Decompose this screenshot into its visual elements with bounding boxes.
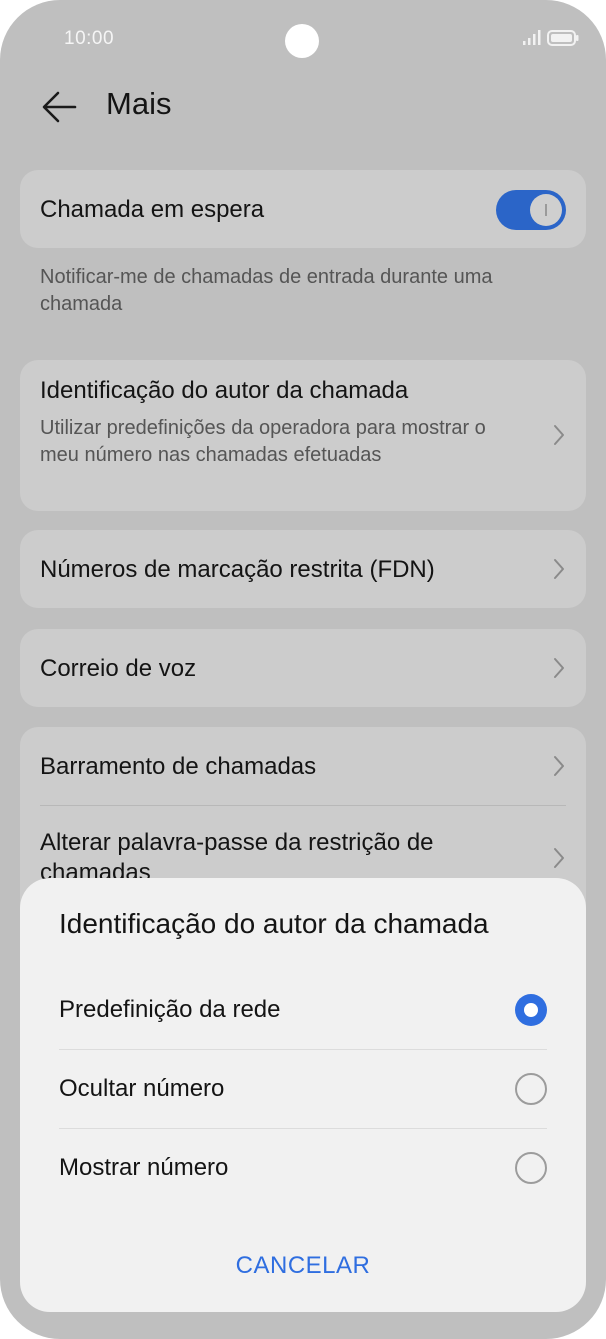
status-time: 10:00	[64, 28, 115, 49]
caller-id-subtitle: Utilizar predefinições da operadora para…	[40, 417, 486, 466]
option-label: Ocultar número	[59, 1075, 225, 1102]
chevron-right-icon	[554, 559, 564, 579]
option-network-default[interactable]: Predefinição da rede	[59, 972, 547, 1050]
chevron-right-icon	[554, 425, 564, 445]
camera-cutout	[285, 24, 319, 58]
option-show-number[interactable]: Mostrar número	[59, 1130, 547, 1208]
chevron-right-icon	[554, 848, 564, 868]
radio-unselected-icon[interactable]	[515, 1073, 547, 1105]
voicemail-title: Correio de voz	[40, 655, 197, 682]
page-title: Mais	[106, 86, 172, 121]
chevron-right-icon	[554, 658, 564, 678]
divider	[59, 1128, 547, 1129]
call-waiting-card[interactable]: Chamada em espera	[20, 170, 586, 248]
radio-selected-icon[interactable]	[515, 994, 547, 1026]
call-waiting-note: Notificar-me de chamadas de entrada dura…	[40, 266, 493, 315]
option-label: Mostrar número	[59, 1154, 229, 1181]
phone-frame: 10:00 Mais Chamada em espera Notificar-m…	[0, 0, 606, 1339]
call-barring-title: Barramento de chamadas	[40, 753, 317, 780]
fdn-title: Números de marcação restrita (FDN)	[40, 556, 435, 583]
settings-screen: 10:00 Mais Chamada em espera Notificar-m…	[0, 0, 606, 1339]
caller-id-title: Identificação do autor da chamada	[40, 377, 409, 404]
option-label: Predefinição da rede	[59, 996, 281, 1023]
chevron-right-icon	[554, 756, 564, 776]
dialog-title: Identificação do autor da chamada	[59, 908, 489, 939]
option-hide-number[interactable]: Ocultar número	[59, 1051, 547, 1129]
call-waiting-title: Chamada em espera	[40, 196, 265, 223]
caller-id-dialog: Identificação do autor da chamada Predef…	[20, 878, 586, 1312]
call-waiting-toggle[interactable]	[496, 190, 566, 230]
status-bar: 10:00	[0, 0, 606, 80]
arrow-left-icon[interactable]	[38, 86, 80, 128]
voicemail-card[interactable]: Correio de voz	[20, 629, 586, 707]
cancel-button[interactable]: CANCELAR	[203, 1244, 403, 1288]
battery-icon	[547, 30, 579, 46]
divider	[59, 1049, 547, 1050]
caller-id-card[interactable]: Identificação do autor da chamada Utiliz…	[20, 360, 586, 511]
radio-unselected-icon[interactable]	[515, 1152, 547, 1184]
toggle-knob	[530, 194, 562, 226]
fdn-card[interactable]: Números de marcação restrita (FDN)	[20, 530, 586, 608]
call-barring-row[interactable]: Barramento de chamadas	[20, 727, 586, 805]
page-header: Mais	[0, 80, 606, 140]
signal-icon	[523, 30, 541, 45]
